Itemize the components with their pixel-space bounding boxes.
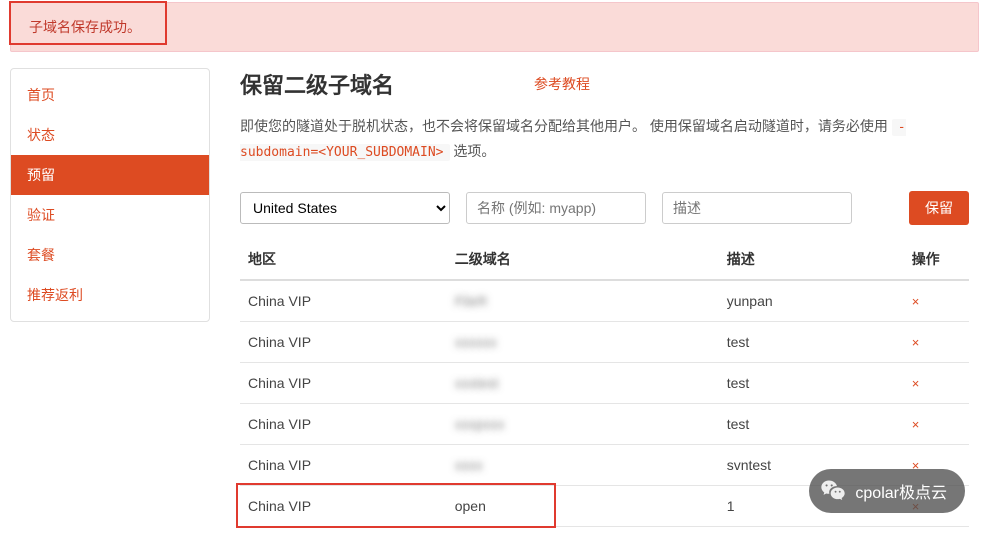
cell-desc: test [719,321,904,362]
cell-action: × [904,362,969,403]
cell-region: China VIP [240,362,447,403]
sidebar-item-reserved[interactable]: 预留 [11,155,209,195]
wechat-badge[interactable]: cpolar极点云 [809,469,965,513]
th-region: 地区 [240,239,447,280]
sidebar-item-home[interactable]: 首页 [11,75,209,115]
cell-subdomain: xxxx [447,444,719,485]
table-header-row: 地区 二级域名 描述 操作 [240,239,969,280]
desc-text: 选项。 [450,143,496,159]
cell-desc: test [719,362,904,403]
table-row: China VIPFileRyunpan × [240,280,969,322]
sidebar-item-plan[interactable]: 套餐 [11,235,209,275]
wechat-icon [819,477,847,505]
reference-tutorial-link[interactable]: 参考教程 [534,74,590,94]
page-description: 即使您的隧道处于脱机状态，也不会将保留域名分配给其他用户。 使用保留域名启动隧道… [240,114,969,165]
page-title: 保留二级子域名 [240,68,394,100]
th-subdomain: 二级域名 [447,239,719,280]
subdomain-name-input[interactable] [466,192,646,224]
table-row: China VIPxxxpxxxtest × [240,403,969,444]
cell-region: China VIP [240,485,447,526]
sidebar: 首页 状态 预留 验证 套餐 推荐返利 [10,68,210,322]
cell-subdomain: xxxtest [447,362,719,403]
delete-icon[interactable]: × [912,376,920,391]
delete-icon[interactable]: × [912,417,920,432]
alert-text: 子域名保存成功。 [29,19,141,35]
sidebar-item-label: 验证 [27,207,55,223]
sidebar-item-referral[interactable]: 推荐返利 [11,275,209,315]
cell-desc: test [719,403,904,444]
cell-subdomain: xxxxxx [447,321,719,362]
sidebar-item-label: 首页 [27,87,55,103]
sidebar-item-label: 套餐 [27,247,55,263]
cell-action: × [904,403,969,444]
cell-action: × [904,321,969,362]
cell-region: China VIP [240,280,447,322]
wechat-badge-text: cpolar极点云 [855,479,947,503]
th-desc: 描述 [719,239,904,280]
region-select[interactable]: United States [240,192,450,224]
cell-desc: yunpan [719,280,904,322]
cell-action: × [904,280,969,322]
cell-region: China VIP [240,444,447,485]
sidebar-item-auth[interactable]: 验证 [11,195,209,235]
table-row: China VIPxxxxxxtest × [240,321,969,362]
delete-icon[interactable]: × [912,335,920,350]
main-content: 保留二级子域名 参考教程 即使您的隧道处于脱机状态，也不会将保留域名分配给其他用… [240,68,979,527]
table-row: China VIPxxxtesttest × [240,362,969,403]
cell-subdomain: xxxpxxx [447,403,719,444]
delete-icon[interactable]: × [912,294,920,309]
reserve-button[interactable]: 保留 [909,191,969,225]
cell-subdomain: open [447,485,719,526]
cell-subdomain: FileR [447,280,719,322]
reserve-form: United States 保留 [240,191,969,225]
alert-banner: 子域名保存成功。 [10,2,979,52]
desc-text: 即使您的隧道处于脱机状态，也不会将保留域名分配给其他用户。 使用保留域名启动隧道… [240,118,892,134]
sidebar-item-label: 推荐返利 [27,287,83,303]
sidebar-item-label: 状态 [27,127,55,143]
page-header: 保留二级子域名 参考教程 [240,68,969,100]
page-container: 首页 状态 预留 验证 套餐 推荐返利 保留二级子域名 参考教程 即使您的隧道处… [0,58,989,537]
description-input[interactable] [662,192,852,224]
sidebar-item-status[interactable]: 状态 [11,115,209,155]
cell-region: China VIP [240,403,447,444]
sidebar-item-label: 预留 [27,167,55,183]
th-action: 操作 [904,239,969,280]
cell-region: China VIP [240,321,447,362]
